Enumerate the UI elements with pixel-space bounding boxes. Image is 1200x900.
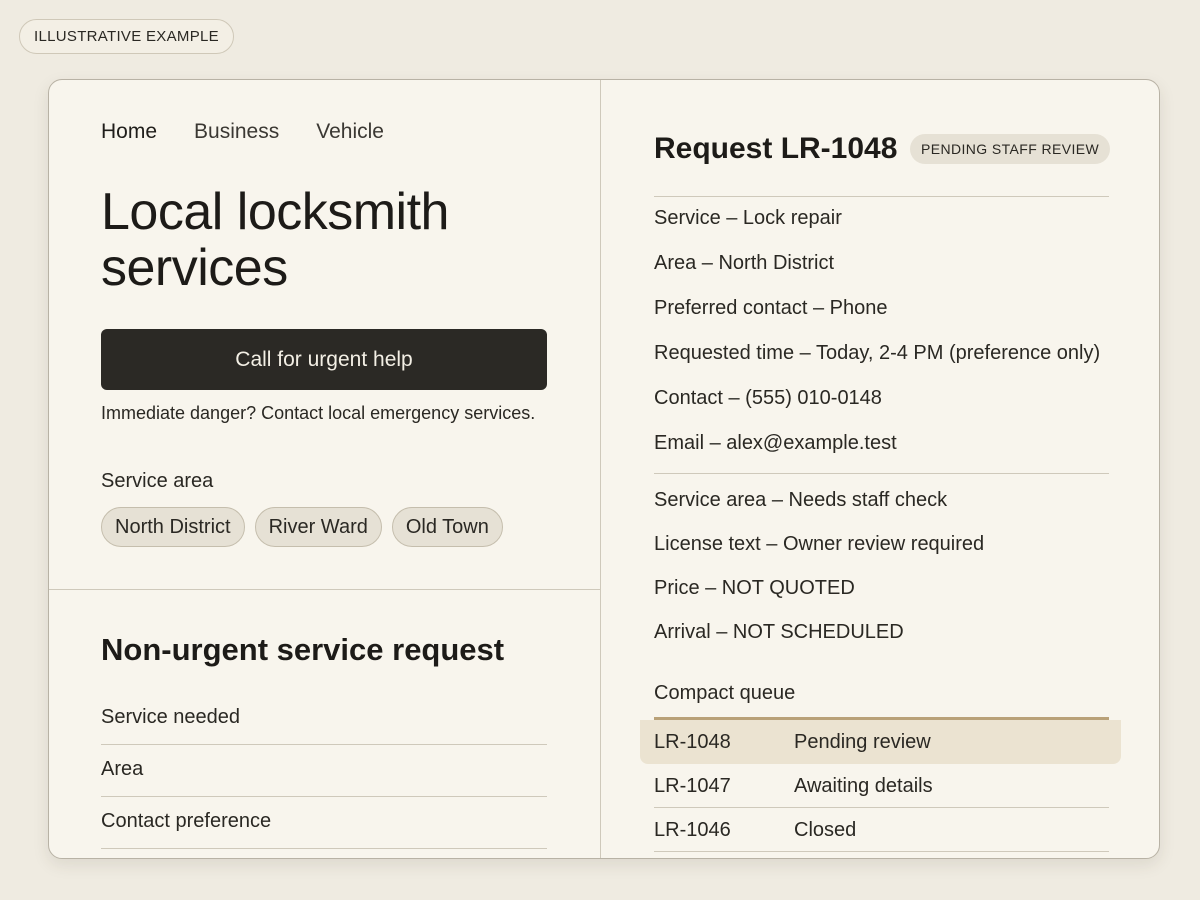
chip-old-town[interactable]: Old Town [391,507,503,547]
queue-row-lr-1046[interactable]: LR-1046 Closed [640,808,1121,852]
request-details: Service – Lock repair Area – North Distr… [654,207,1100,477]
request-form-title: Non-urgent service request [101,632,505,667]
status-badge: PENDING STAFF REVIEW [910,134,1111,164]
check-service-area: Service area – Needs staff check [654,489,948,511]
nav-business[interactable]: Business [194,120,279,144]
request-title: Request LR-1048 [654,132,898,165]
request-form: Service needed Area Contact preference [101,693,547,849]
detail-requested-time: Requested time – Today, 2-4 PM (preferen… [654,342,1101,364]
service-area-chips: North District River Ward Old Town [101,507,503,547]
check-price: Price – NOT QUOTED [654,577,855,599]
area-field[interactable]: Area [101,745,547,797]
check-license-text: License text – Owner review required [654,533,985,555]
queue-row-id: LR-1047 [654,774,731,797]
queue-row-id: LR-1046 [654,818,731,841]
nav-vehicle[interactable]: Vehicle [316,120,384,144]
detail-preferred-contact: Preferred contact – Phone [654,297,888,319]
queue-label: Compact queue [654,682,796,704]
queue-row-lr-1048[interactable]: LR-1048 Pending review [640,720,1121,764]
queue-row-status: Awaiting details [794,774,933,797]
queue-row-id: LR-1048 [654,730,731,753]
chip-river-ward[interactable]: River Ward [254,507,382,547]
call-urgent-help-button[interactable]: Call for urgent help [101,329,547,390]
main-card: Home Business Vehicle Local locksmith se… [48,79,1160,859]
details-rule-top [654,196,1109,197]
queue-row-status: Pending review [794,730,931,753]
vertical-divider [600,80,601,858]
contact-preference-field[interactable]: Contact preference [101,797,547,849]
chip-north-district[interactable]: North District [101,507,245,547]
request-checks: Service area – Needs staff check License… [654,489,984,665]
page-title: Local locksmith services [101,183,449,297]
detail-service: Service – Lock repair [654,207,842,229]
top-nav: Home Business Vehicle [101,120,384,144]
illustrative-example-tag: ILLUSTRATIVE EXAMPLE [19,19,234,54]
emergency-note: Immediate danger? Contact local emergenc… [101,403,536,423]
check-arrival: Arrival – NOT SCHEDULED [654,621,904,643]
detail-contact-phone: Contact – (555) 010-0148 [654,387,882,409]
service-area-label: Service area [101,470,214,492]
queue-row-divider [654,851,1109,852]
horizontal-divider [49,589,600,590]
detail-area: Area – North District [654,252,835,274]
nav-home[interactable]: Home [101,120,157,144]
detail-email: Email – alex@example.test [654,432,897,454]
details-rule-middle [654,473,1109,474]
compact-queue: LR-1048 Pending review LR-1047 Awaiting … [640,720,1121,852]
service-needed-field[interactable]: Service needed [101,693,547,745]
queue-row-lr-1047[interactable]: LR-1047 Awaiting details [640,764,1121,808]
queue-row-status: Closed [794,818,857,841]
